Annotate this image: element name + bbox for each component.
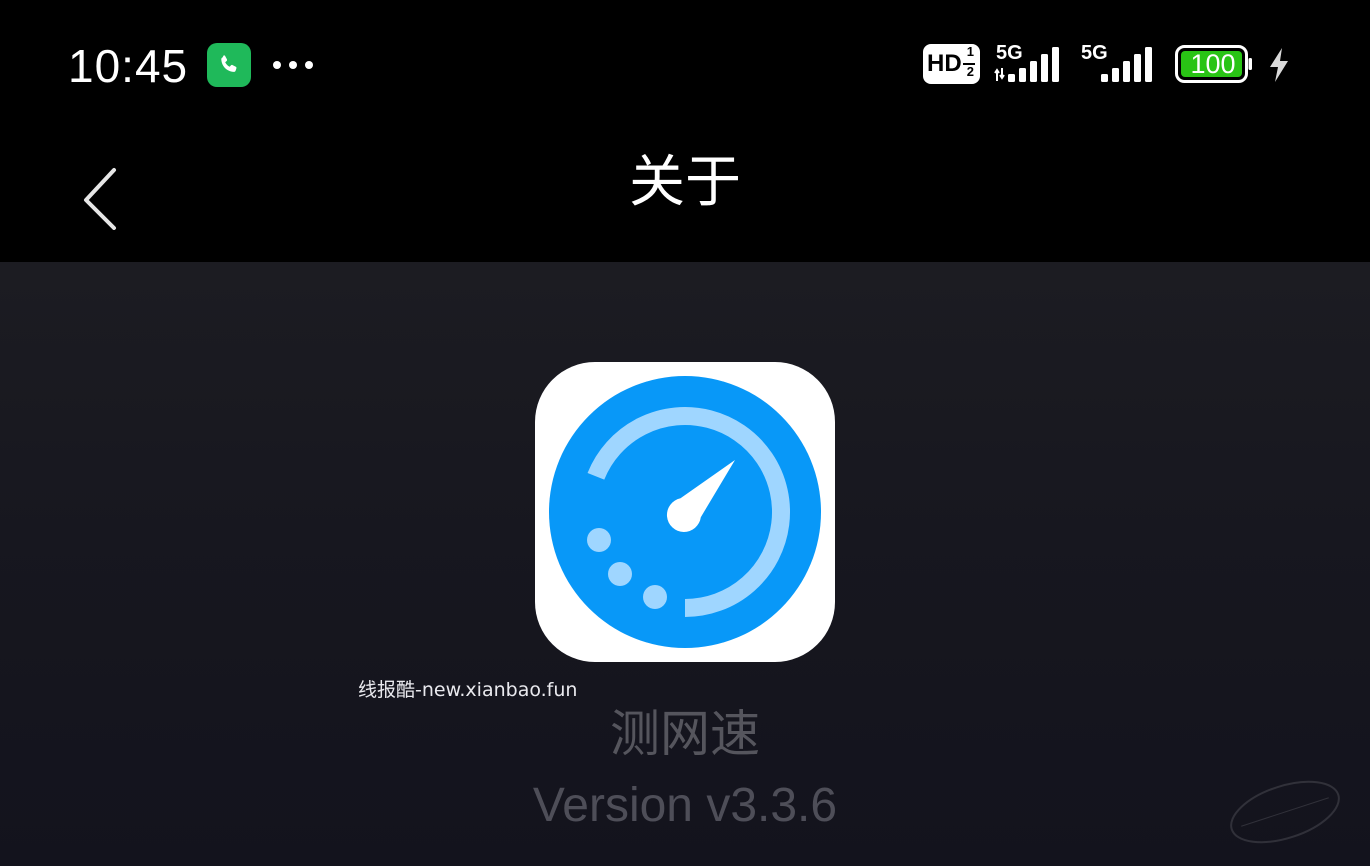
phone-call-icon[interactable] [207, 43, 251, 87]
sim2-signal-icon [1101, 47, 1152, 82]
sim1-signal-icon [994, 47, 1059, 82]
charging-bolt-icon [1270, 48, 1288, 82]
hd-sup: 1 [966, 44, 974, 59]
hd-label: HD [927, 50, 962, 77]
status-bar: 10:45 HD 1 2 5G 5G 100 [0, 0, 1370, 130]
speedometer-icon [549, 376, 821, 648]
about-content: 线报酷-new.xianbao.fun 测网速 Version v3.3.6 [0, 262, 1370, 866]
hd-sub: 2 [966, 64, 974, 79]
battery-level: 100 [1190, 49, 1236, 79]
app-logo [535, 362, 835, 662]
page-title: 关于 [629, 150, 741, 215]
about-screen: 10:45 HD 1 2 5G 5G 100 关于 线报酷-new.xianba… [0, 0, 1370, 866]
status-time: 10:45 [68, 40, 189, 92]
app-version: Version v3.3.6 [532, 779, 838, 832]
hd-voice-icon: HD 1 2 [923, 44, 980, 84]
title-bar: 关于 [0, 130, 1370, 262]
app-name: 测网速 [610, 705, 760, 763]
watermark-text: 线报酷-new.xianbao.fun [358, 679, 578, 701]
more-dots-icon [273, 61, 313, 69]
